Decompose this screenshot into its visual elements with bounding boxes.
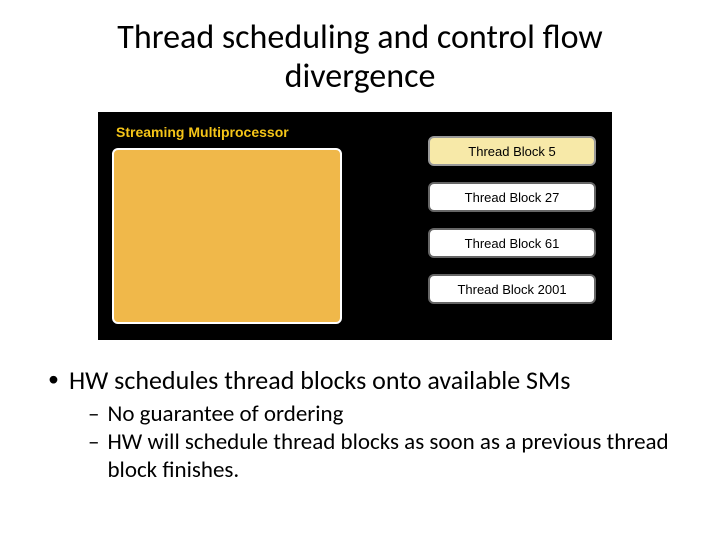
bullet-sub-list: – No guarantee of ordering – HW will sch… — [88, 400, 672, 484]
bullet-text: HW will schedule thread blocks as soon a… — [107, 428, 672, 484]
bullet-text: HW schedules thread blocks onto availabl… — [69, 364, 570, 396]
bullet-icon: • — [48, 364, 59, 396]
thread-block: Thread Block 2001 — [428, 274, 596, 304]
dash-icon: – — [88, 400, 99, 428]
thread-block: Thread Block 61 — [428, 228, 596, 258]
dash-icon: – — [88, 428, 99, 484]
bullet-text: No guarantee of ordering — [107, 400, 343, 428]
bullet-level-1: • HW schedules thread blocks onto availa… — [48, 364, 672, 396]
thread-block: Thread Block 5 — [428, 136, 596, 166]
bullet-level-2: – No guarantee of ordering — [88, 400, 672, 428]
thread-block: Thread Block 27 — [428, 182, 596, 212]
thread-blocks-column: Thread Block 5 Thread Block 27 Thread Bl… — [428, 136, 596, 304]
diagram-area: Streaming Multiprocessor Thread Block 5 … — [98, 112, 612, 340]
sm-box — [112, 148, 342, 324]
sm-label: Streaming Multiprocessor — [116, 124, 289, 140]
slide-title: Thread scheduling and control flow diver… — [0, 0, 720, 106]
bullet-level-2: – HW will schedule thread blocks as soon… — [88, 428, 672, 484]
bullet-list: • HW schedules thread blocks onto availa… — [48, 364, 672, 484]
